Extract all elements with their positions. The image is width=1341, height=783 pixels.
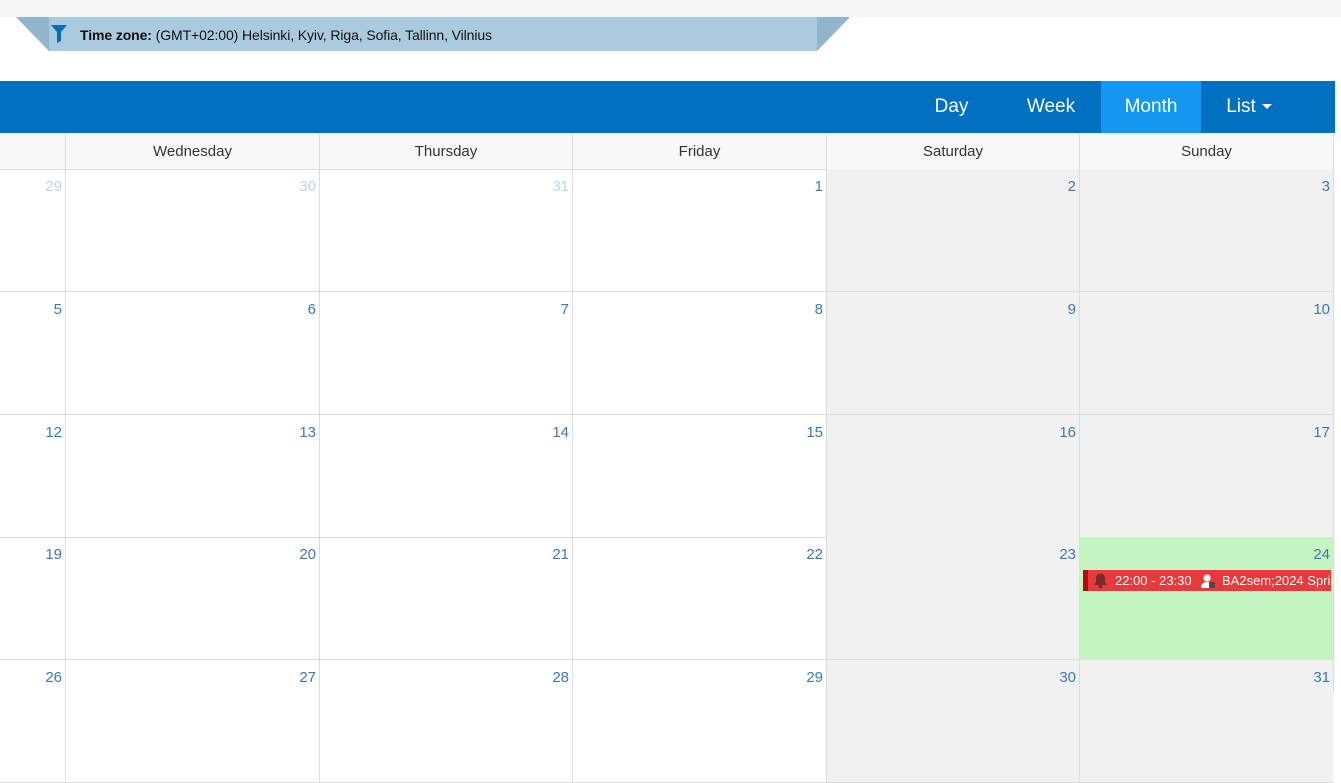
day-cell[interactable]: 10 — [1079, 292, 1333, 414]
week-row: 26 27 28 29 30 31 — [0, 660, 1334, 783]
weekday-header-sunday: Sunday — [1079, 133, 1333, 169]
view-toolbar: Day Week Month List — [0, 81, 1335, 133]
day-cell[interactable]: 22 — [572, 537, 826, 659]
day-cell[interactable]: 1 — [572, 169, 826, 291]
filter-icon — [51, 25, 67, 43]
calendar-event[interactable]: 22:00 - 23:30 BA2sem;2024 Spri — [1083, 570, 1331, 591]
day-number[interactable]: 15 — [806, 424, 823, 441]
day-cell[interactable]: 24 22:00 - 23:30 BA2sem;2024 Spri — [1079, 537, 1333, 659]
day-number[interactable]: 30 — [299, 178, 316, 195]
week-view-button[interactable]: Week — [1004, 81, 1098, 133]
person-icon — [1201, 574, 1215, 588]
weekday-header-wednesday: Wednesday — [65, 133, 319, 169]
timezone-text: Time zone: (GMT+02:00) Helsinki, Kyiv, R… — [80, 27, 492, 43]
weekday-header-saturday: Saturday — [826, 133, 1079, 169]
day-number[interactable]: 30 — [1059, 669, 1076, 686]
top-strip — [0, 0, 1341, 17]
day-cell[interactable]: 13 — [65, 415, 319, 537]
weekday-header-row: Wednesday Thursday Friday Saturday Sunday — [0, 133, 1334, 170]
timezone-banner[interactable]: Time zone: (GMT+02:00) Helsinki, Kyiv, R… — [16, 17, 850, 51]
day-number[interactable]: 8 — [815, 301, 823, 318]
day-number[interactable]: 14 — [552, 424, 569, 441]
day-cell[interactable]: 12 — [0, 415, 65, 537]
month-view-label: Month — [1124, 96, 1178, 117]
week-row: 12 13 14 15 16 17 — [0, 415, 1334, 538]
day-number[interactable]: 29 — [45, 178, 62, 195]
day-cell[interactable]: 17 — [1079, 415, 1333, 537]
day-number[interactable]: 28 — [552, 669, 569, 686]
weekday-header-thursday: Thursday — [319, 133, 572, 169]
day-number[interactable]: 10 — [1313, 301, 1330, 318]
day-view-label: Day — [934, 96, 969, 117]
day-view-button[interactable]: Day — [913, 81, 990, 133]
day-number[interactable]: 22 — [806, 546, 823, 563]
day-cell[interactable]: 20 — [65, 537, 319, 659]
weekday-header-friday: Friday — [572, 133, 826, 169]
week-row: 19 20 21 22 23 24 22:00 - 23:30 BA2sem;2024 Spr… — [0, 537, 1334, 660]
day-cell[interactable]: 6 — [65, 292, 319, 414]
day-number[interactable]: 9 — [1068, 301, 1076, 318]
day-number[interactable]: 1 — [815, 178, 823, 195]
day-cell[interactable]: 29 — [572, 660, 826, 782]
day-cell[interactable]: 3 — [1079, 169, 1333, 291]
day-cell[interactable]: 31 — [1079, 660, 1333, 782]
day-cell[interactable]: 5 — [0, 292, 65, 414]
day-number[interactable]: 24 — [1313, 546, 1330, 563]
day-cell[interactable]: 26 — [0, 660, 65, 782]
day-cell[interactable]: 28 — [319, 660, 572, 782]
day-cell[interactable]: 31 — [319, 169, 572, 291]
day-number[interactable]: 17 — [1313, 424, 1330, 441]
day-cell[interactable]: 9 — [826, 292, 1079, 414]
day-number[interactable]: 16 — [1059, 424, 1076, 441]
day-number[interactable]: 23 — [1059, 546, 1076, 563]
day-number[interactable]: 21 — [552, 546, 569, 563]
day-cell[interactable]: 21 — [319, 537, 572, 659]
week-row: 5 6 7 8 9 10 — [0, 292, 1334, 415]
list-view-dropdown[interactable]: List — [1204, 81, 1294, 133]
day-number[interactable]: 26 — [45, 669, 62, 686]
week-row: 29 30 31 1 2 3 — [0, 169, 1334, 292]
day-cell[interactable]: 27 — [65, 660, 319, 782]
month-view-button[interactable]: Month — [1101, 81, 1201, 133]
day-number[interactable]: 31 — [552, 178, 569, 195]
day-number[interactable]: 27 — [299, 669, 316, 686]
day-number[interactable]: 31 — [1313, 669, 1330, 686]
timezone-label: Time zone: — [80, 27, 152, 43]
day-cell[interactable]: 29 — [0, 169, 65, 291]
day-cell[interactable]: 19 — [0, 537, 65, 659]
day-number[interactable]: 5 — [54, 301, 62, 318]
event-time: 22:00 - 23:30 — [1115, 573, 1192, 588]
day-number[interactable]: 6 — [308, 301, 316, 318]
day-number[interactable]: 3 — [1322, 178, 1330, 195]
list-view-label: List — [1226, 96, 1256, 117]
week-view-label: Week — [1026, 96, 1076, 117]
header-corner — [0, 133, 65, 169]
caret-down-icon — [1261, 104, 1272, 110]
day-number[interactable]: 2 — [1068, 178, 1076, 195]
day-number[interactable]: 20 — [299, 546, 316, 563]
day-number[interactable]: 12 — [45, 424, 62, 441]
day-number[interactable]: 13 — [299, 424, 316, 441]
day-number[interactable]: 19 — [45, 546, 62, 563]
timezone-value: (GMT+02:00) Helsinki, Kyiv, Riga, Sofia,… — [155, 27, 492, 43]
bell-icon — [1094, 573, 1107, 589]
day-cell[interactable]: 23 — [826, 537, 1079, 659]
day-cell[interactable]: 16 — [826, 415, 1079, 537]
day-number[interactable]: 7 — [561, 301, 569, 318]
day-cell[interactable]: 15 — [572, 415, 826, 537]
month-calendar: Wednesday Thursday Friday Saturday Sunday 29… — [0, 133, 1334, 783]
event-title: BA2sem;2024 Spri — [1222, 573, 1331, 588]
day-cell[interactable]: 7 — [319, 292, 572, 414]
day-cell[interactable]: 30 — [826, 660, 1079, 782]
day-cell[interactable]: 8 — [572, 292, 826, 414]
day-cell[interactable]: 14 — [319, 415, 572, 537]
day-cell[interactable]: 30 — [65, 169, 319, 291]
day-number[interactable]: 29 — [806, 669, 823, 686]
day-cell[interactable]: 2 — [826, 169, 1079, 291]
